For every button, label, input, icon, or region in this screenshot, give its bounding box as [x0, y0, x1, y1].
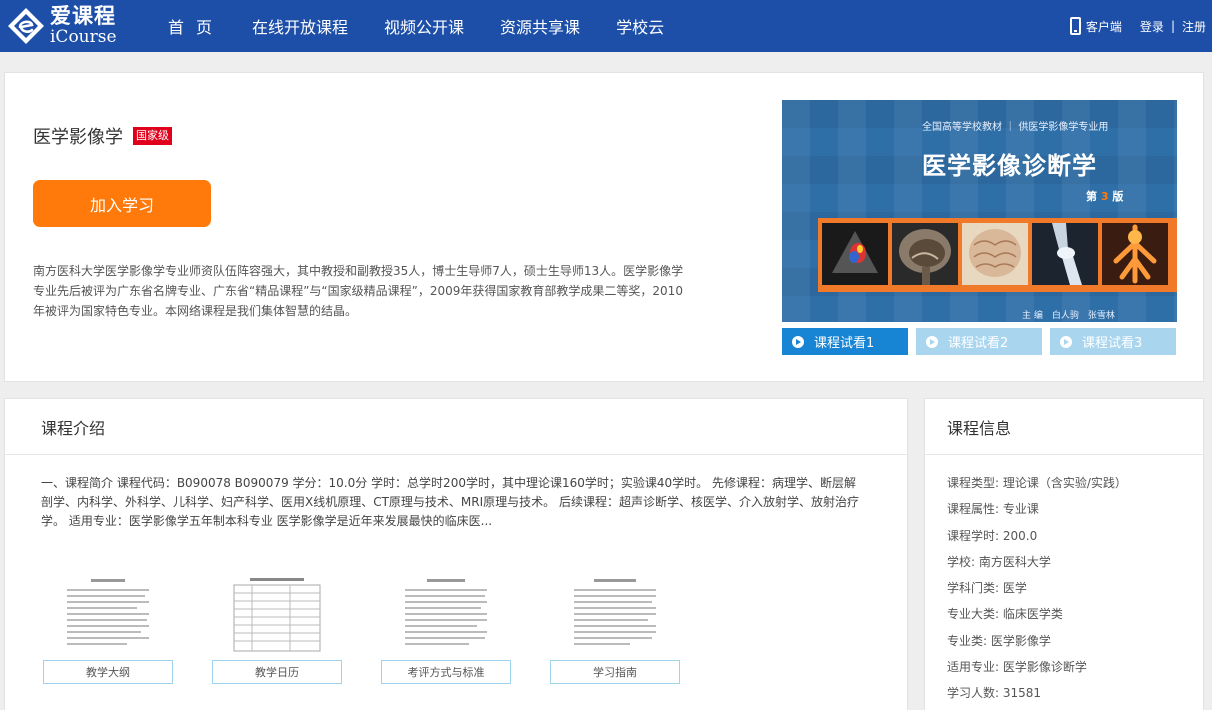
info-list: 课程类型: 理论课（含实验/实践） 课程属性: 专业课 课程学时: 200.0 … — [947, 474, 1127, 710]
document-preview-icon — [568, 575, 662, 655]
doc-assessment[interactable]: 考评方式与标准 — [381, 575, 511, 685]
course-description: 南方医科大学医学影像学专业师资队伍阵容强大，其中教授和副教授35人，博士生导师7… — [33, 264, 684, 318]
logo-en: iCourse — [50, 27, 117, 47]
site-logo[interactable]: 爱课程 iCourse — [6, 4, 136, 48]
doc-label: 教学日历 — [212, 660, 342, 684]
cover-edition-prefix: 第 — [1086, 190, 1097, 203]
course-title: 医学影像学 — [33, 127, 123, 148]
doc-study-guide[interactable]: 学习指南 — [550, 575, 680, 685]
document-table-preview-icon — [230, 575, 324, 655]
auth-separator: | — [1170, 19, 1175, 33]
vascular-3d-icon — [1102, 223, 1168, 285]
intro-heading: 课程介绍 — [5, 399, 907, 455]
info-learner-count: 学习人数: 31581 — [947, 686, 1042, 701]
header-user-area: 客户端 登录 | 注册 — [1069, 0, 1206, 52]
course-overview-card: 医学影像学 国家级 加入学习 南方医科大学医学影像学专业师资队伍阵容强大，其中教… — [4, 72, 1204, 382]
preview-tabs: 课程试看1 课程试看2 课程试看3 — [782, 328, 1177, 355]
play-icon — [926, 335, 938, 348]
play-icon — [1060, 335, 1072, 348]
doc-label: 学习指南 — [550, 660, 680, 684]
course-info-card: 课程信息 课程类型: 理论课（含实验/实践） 课程属性: 专业课 课程学时: 2… — [924, 398, 1204, 710]
cover-edition: 第 3 版 — [1086, 188, 1123, 204]
logo-cn: 爱课程 — [50, 4, 116, 28]
document-preview-icon — [399, 575, 493, 655]
info-applicable-major: 适用专业: 医学影像诊断学 — [947, 660, 1087, 675]
info-major-category: 专业大类: 临床医学类 — [947, 607, 1063, 622]
preview-tab-3[interactable]: 课程试看3 — [1050, 328, 1176, 355]
info-course-type: 课程类型: 理论课（含实验/实践） — [947, 476, 1127, 490]
national-level-badge: 国家级 — [133, 127, 172, 145]
info-heading: 课程信息 — [925, 399, 1203, 455]
main-nav: 首页 在线开放课程 视频公开课 资源共享课 学校云 — [150, 0, 682, 52]
join-course-button[interactable]: 加入学习 — [33, 180, 211, 227]
knee-xray-icon — [1032, 223, 1098, 285]
doc-calendar[interactable]: 教学日历 — [212, 575, 342, 685]
info-course-attribute: 课程属性: 专业课 — [947, 502, 1039, 517]
preview-tab-label: 课程试看2 — [948, 336, 1009, 351]
login-link[interactable]: 登录 — [1140, 18, 1164, 35]
course-cover-image: 全国高等学校教材 ｜ 供医学影像学专业用 医学影像诊断学 第 3 版 主 编 白… — [782, 100, 1177, 322]
logo-text: 爱课程 iCourse — [50, 6, 117, 46]
course-title-row: 医学影像学 国家级 — [33, 123, 172, 149]
cover-subtitle: 全国高等学校教材 ｜ 供医学影像学专业用 — [922, 122, 1109, 133]
mobile-phone-icon — [1069, 17, 1081, 35]
top-nav-bar: 爱课程 iCourse 首页 在线开放课程 视频公开课 资源共享课 学校云 客户… — [0, 0, 1212, 52]
nav-item-home[interactable]: 首页 — [168, 14, 224, 38]
icourse-logo-icon — [8, 8, 44, 44]
brain-anatomy-icon — [962, 223, 1028, 285]
cover-edition-number: 3 — [1100, 190, 1109, 203]
preview-tab-label: 课程试看3 — [1082, 336, 1143, 351]
register-link[interactable]: 注册 — [1182, 18, 1206, 35]
course-intro-card: 课程介绍 一、课程简介 课程代码：B090078 B090079 学分：10.0… — [4, 398, 908, 710]
ultrasound-image-icon — [822, 223, 888, 285]
cover-title: 医学影像诊断学 — [922, 152, 1097, 180]
nav-item-open-courses[interactable]: 在线开放课程 — [252, 14, 348, 38]
preview-tab-label: 课程试看1 — [814, 336, 875, 351]
nav-item-school-cloud[interactable]: 学校云 — [616, 14, 664, 38]
client-download-link[interactable]: 客户端 — [1069, 17, 1122, 35]
cover-edition-suffix: 版 — [1112, 190, 1124, 203]
preview-tab-2[interactable]: 课程试看2 — [916, 328, 1042, 355]
cover-authors: 主 编 白人驹 张雪林 — [1022, 311, 1115, 321]
info-school: 学校: 南方医科大学 — [947, 554, 1051, 569]
info-major-class: 专业类: 医学影像学 — [947, 633, 1051, 648]
nav-item-video-courses[interactable]: 视频公开课 — [384, 14, 464, 38]
info-course-hours: 课程学时: 200.0 — [947, 528, 1038, 543]
doc-syllabus[interactable]: 教学大纲 — [43, 575, 173, 685]
play-icon — [792, 335, 804, 348]
brain-mri-sagittal-icon — [892, 223, 958, 285]
preview-tab-1[interactable]: 课程试看1 — [782, 328, 908, 355]
info-discipline: 学科门类: 医学 — [947, 581, 1027, 596]
doc-label: 教学大纲 — [43, 660, 173, 684]
intro-text: 一、课程简介 课程代码：B090078 B090079 学分：10.0分 学时：… — [41, 476, 859, 528]
doc-label: 考评方式与标准 — [381, 660, 511, 684]
client-label: 客户端 — [1085, 19, 1122, 34]
nav-item-shared-courses[interactable]: 资源共享课 — [500, 14, 580, 38]
document-preview-icon — [61, 575, 155, 655]
